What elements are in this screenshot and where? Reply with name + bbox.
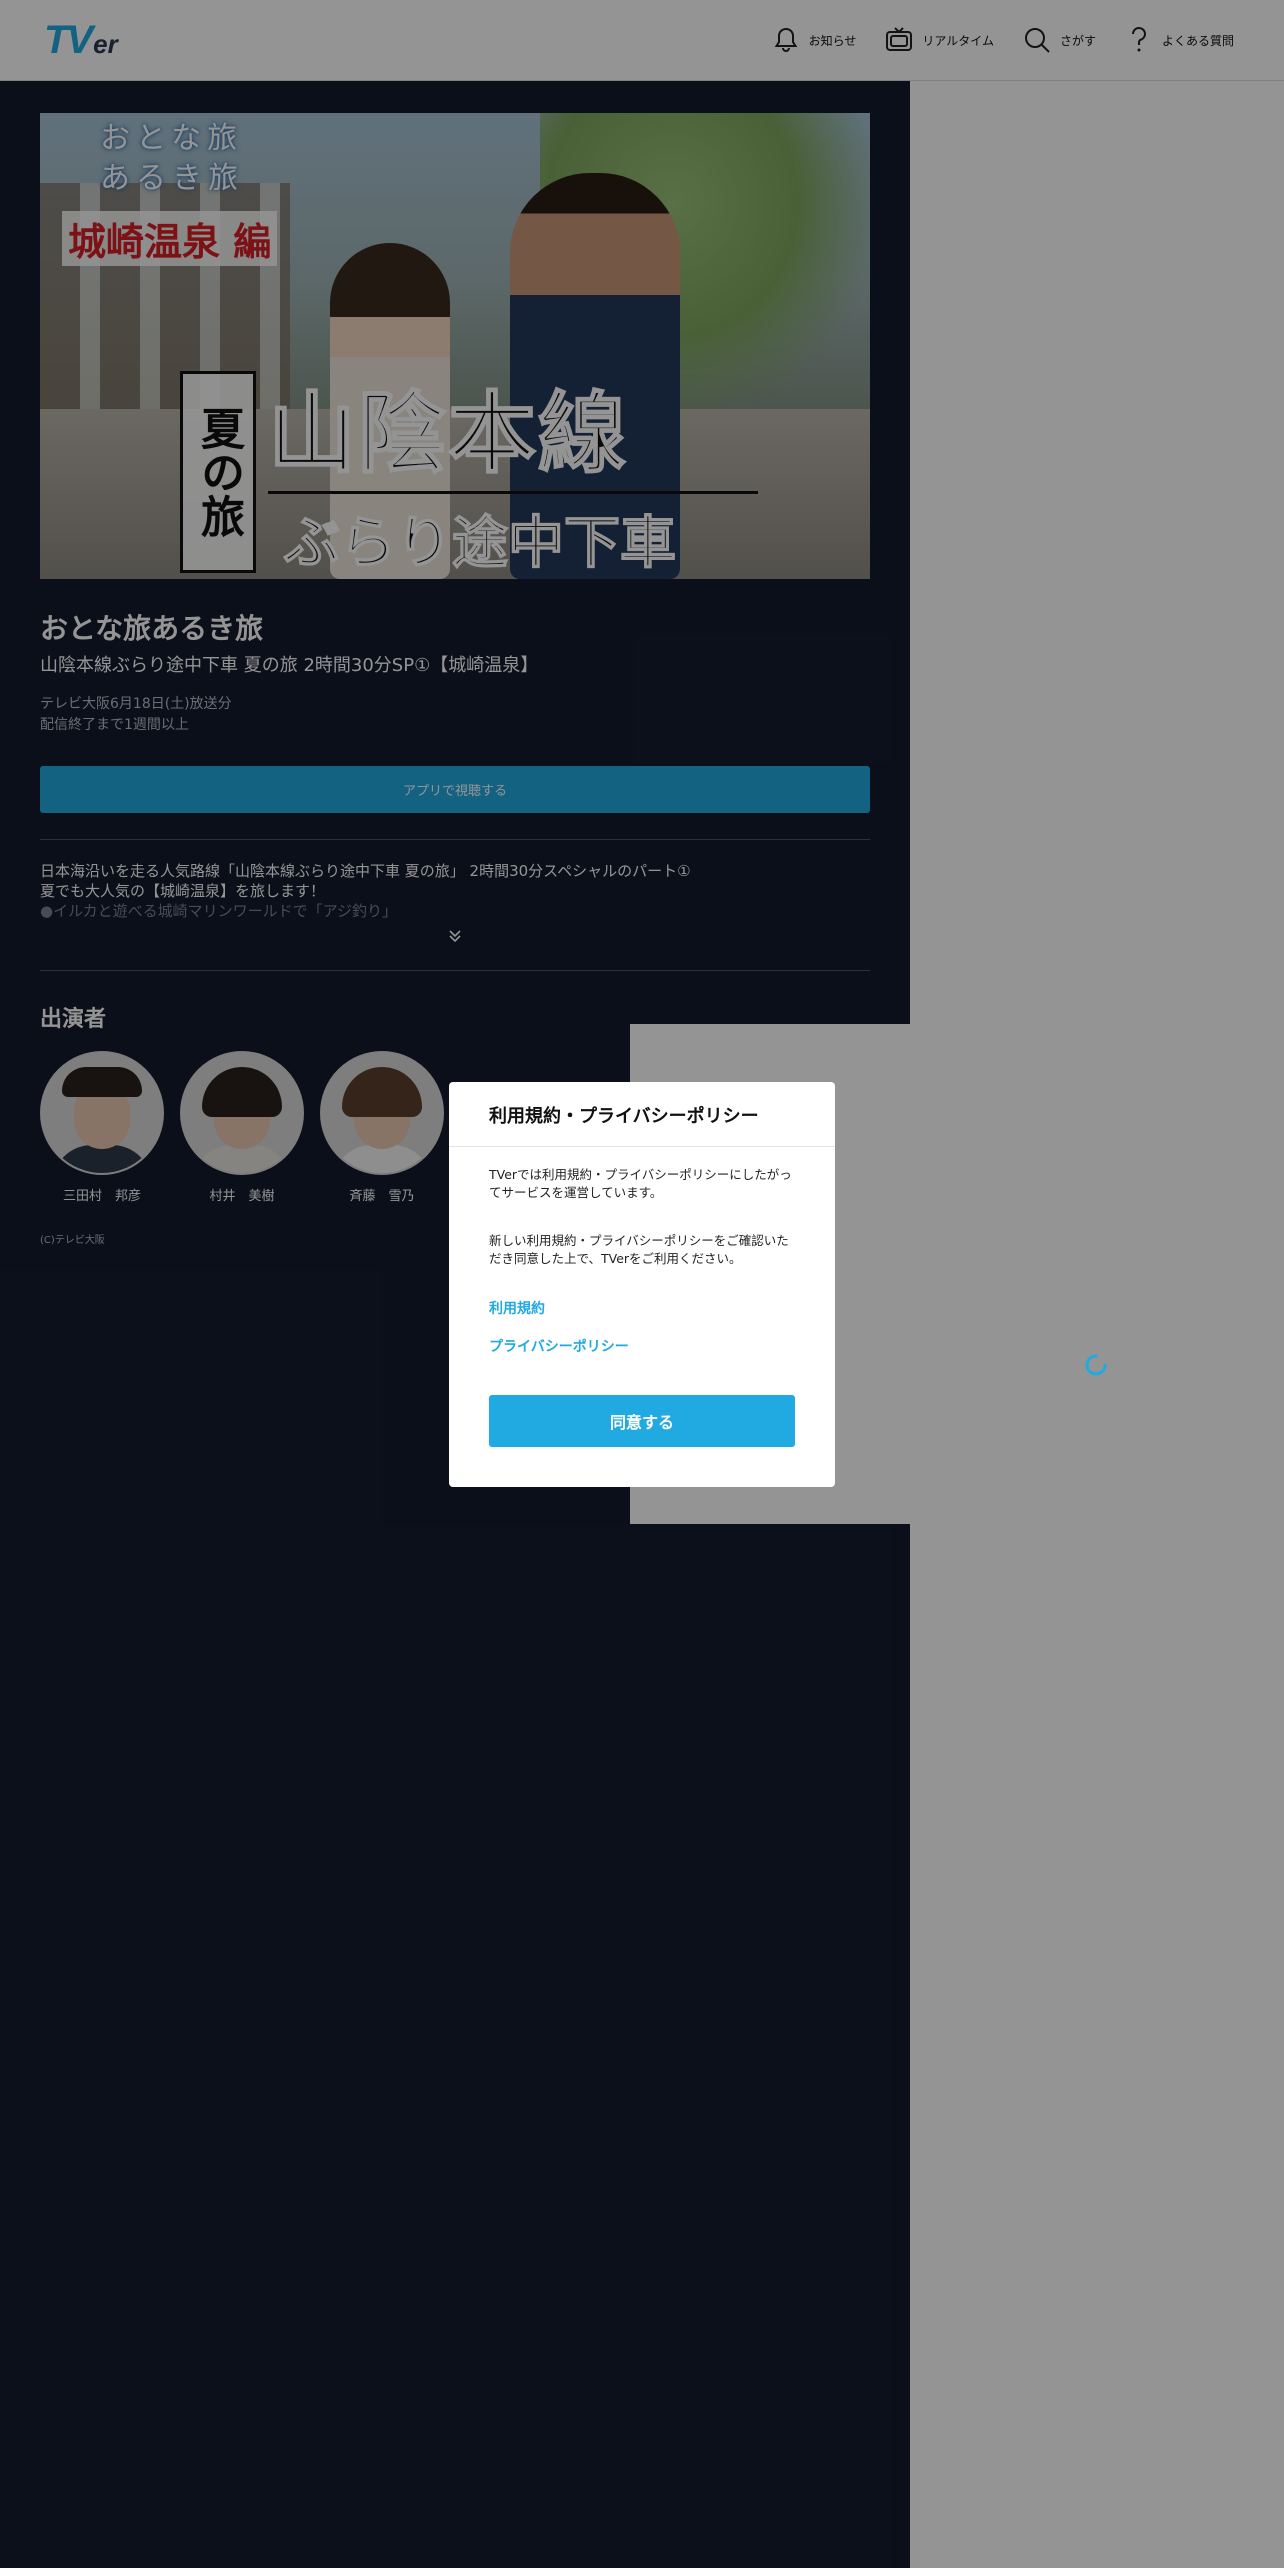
modal-divider bbox=[449, 1146, 835, 1147]
agree-button[interactable]: 同意する bbox=[489, 1395, 795, 1447]
privacy-policy-link[interactable]: プライバシーポリシー bbox=[489, 1336, 629, 1356]
terms-privacy-modal: 利用規約・プライバシーポリシー TVerでは利用規約・プライバシーポリシーにした… bbox=[449, 1082, 835, 1487]
modal-paragraph-2: 新しい利用規約・プライバシーポリシーをご確認いただき同意した上で、TVerをご利… bbox=[489, 1233, 789, 1266]
loading-spinner-icon bbox=[1085, 1354, 1107, 1376]
terms-link[interactable]: 利用規約 bbox=[489, 1298, 545, 1318]
modal-title: 利用規約・プライバシーポリシー bbox=[489, 1106, 759, 1127]
modal-paragraph-1: TVerでは利用規約・プライバシーポリシーにしたがってサービスを運営しています。 bbox=[489, 1167, 792, 1200]
